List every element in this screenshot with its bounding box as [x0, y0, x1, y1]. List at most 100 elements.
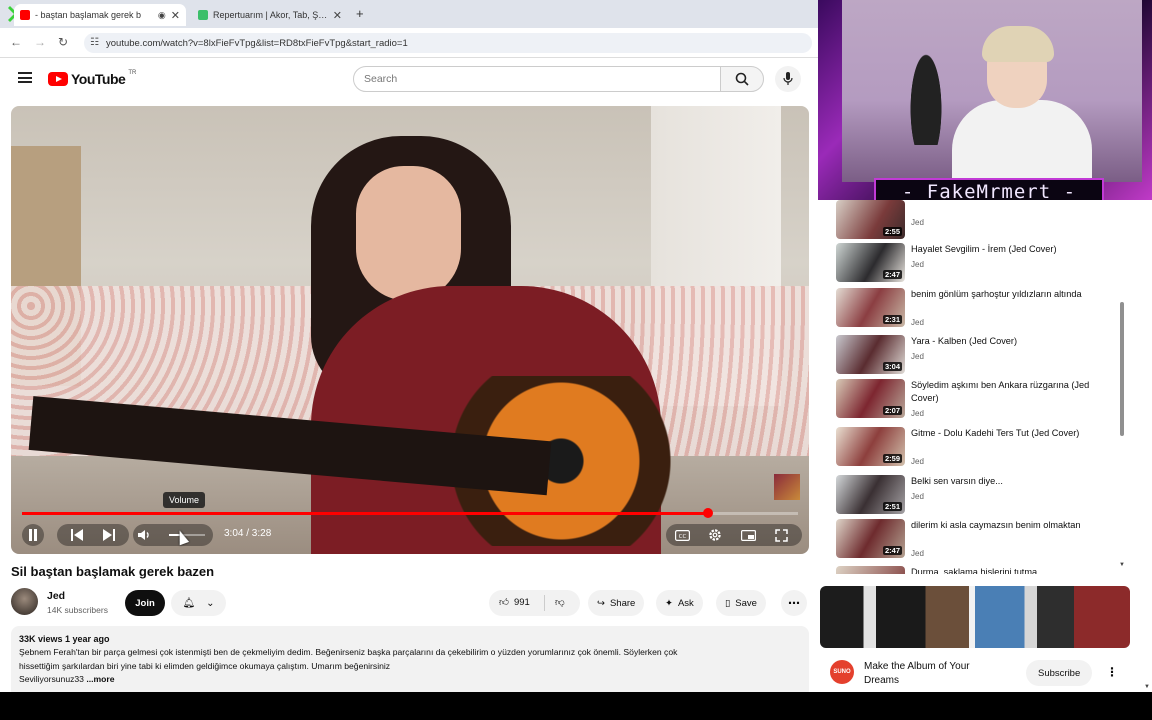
miniplayer-icon [740, 529, 756, 541]
like-button[interactable]: 👍︎ 991 [499, 596, 530, 609]
divider [544, 595, 545, 611]
webcam-feed [842, 0, 1142, 182]
join-button[interactable]: Join [125, 590, 165, 616]
duration-badge: 2:47 [882, 270, 902, 279]
playlist-scrollbar[interactable] [1120, 302, 1124, 436]
save-button[interactable]: ▯ Save [716, 590, 766, 616]
fullscreen-icon [774, 528, 788, 542]
playlist-item[interactable]: 2:59 Gitme - Dolu Kadehi Ters Tut (Jed C… [836, 427, 1136, 467]
description-box[interactable]: 33K views 1 year ago Şebnem Ferah'tan bi… [11, 626, 809, 692]
playlist-item[interactable]: Durma, saklama hislerini tutma [836, 566, 1136, 574]
pause-button[interactable] [22, 524, 44, 546]
bookmark-icon: ▯ [725, 597, 731, 609]
views-and-date: 33K views 1 year ago [19, 634, 110, 644]
search-button[interactable] [720, 66, 764, 92]
item-title: Gitme - Dolu Kadehi Ters Tut (Jed Cover) [911, 428, 1080, 438]
browser-chrome: - baştan başlamak gerek b ◉ ✕ Repertuarı… [0, 0, 818, 58]
new-tab-button[interactable]: + [356, 6, 364, 21]
subscribe-button[interactable]: Subscribe [1026, 660, 1093, 686]
subscriber-count: 14K subscribers [47, 605, 108, 615]
item-title: Söyledim aşkımı ben Ankara rüzgarına (Je… [911, 380, 1090, 404]
more-actions-button[interactable]: ⋯ [781, 590, 807, 616]
duration-badge: 2:07 [882, 406, 902, 415]
playlist-item[interactable]: 2:51 Belki sen varsın diye... Jed [836, 475, 1136, 515]
scroll-down-icon[interactable]: ▼ [1144, 684, 1150, 690]
settings-button[interactable] [706, 524, 724, 546]
endcard-thumbnail[interactable] [774, 474, 800, 500]
video-thumbnail: 3:04 [836, 335, 905, 374]
letterbox-bar [0, 692, 1152, 720]
item-channel: Jed [911, 260, 924, 269]
youtube-page: YouTube TR Search Volume 3:04 / 3:28 CC … [0, 58, 818, 692]
close-tab-icon[interactable]: ✕ [171, 9, 180, 22]
logo-text: YouTube [71, 71, 126, 87]
previous-icon[interactable] [70, 529, 84, 541]
notifications-button[interactable]: 🔔︎ ⌄ [171, 590, 226, 616]
forward-icon[interactable]: → [34, 35, 46, 49]
video-player[interactable]: Volume 3:04 / 3:28 CC [11, 106, 809, 554]
channel-avatar[interactable] [11, 588, 38, 615]
playlist-item[interactable]: 2:55 Jed [836, 200, 1136, 240]
save-label: Save [735, 597, 757, 609]
tab-youtube[interactable]: - baştan başlamak gerek b ◉ ✕ [14, 4, 186, 26]
duration-badge: 2:55 [882, 227, 902, 236]
close-tab-icon[interactable]: ✕ [333, 9, 342, 22]
playlist-item[interactable]: 2:47 Hayalet Sevgilim - İrem (Jed Cover)… [836, 243, 1136, 283]
thumbs-down-icon: 👎︎ [555, 597, 565, 608]
tab-title: Repertuarım | Akor, Tab, Şarkı Sö [213, 10, 328, 20]
menu-icon[interactable] [18, 72, 32, 83]
ad-banner-image[interactable] [820, 586, 1130, 648]
playlist-panel: 2:55 Jed 2:47 Hayalet Sevgilim - İrem (J… [818, 198, 1152, 574]
video-thumbnail: 2:59 [836, 427, 905, 466]
webcam-person-shirt [952, 100, 1092, 182]
ask-label: Ask [677, 597, 694, 609]
tab-title: - baştan başlamak gerek b [35, 10, 142, 20]
sponsored-ad[interactable]: SUNO Make the Album of Your Dreams Subsc… [818, 574, 1152, 692]
reload-icon[interactable]: ↻ [58, 35, 68, 49]
address-bar[interactable]: ☷ youtube.com/watch?v=8lxFieFvTpg&list=R… [84, 33, 812, 53]
playlist-item[interactable]: 2:07 Söyledim aşkımı ben Ankara rüzgarın… [836, 379, 1136, 419]
video-title: Sil baştan başlamak gerek bazen [11, 564, 215, 579]
webcam-overlay: - FakeMrmert - [818, 0, 1152, 200]
captions-button[interactable]: CC [673, 524, 691, 546]
masthead: YouTube TR Search [0, 58, 818, 104]
streamer-nameplate: - FakeMrmert - [874, 178, 1104, 200]
audio-icon: ◉ [157, 9, 166, 20]
player-controls: 3:04 / 3:28 CC [11, 518, 809, 554]
progress-scrubber[interactable] [702, 508, 713, 518]
voice-search-button[interactable] [775, 66, 801, 92]
bell-icon: 🔔︎ [182, 597, 196, 609]
ad-title[interactable]: Make the Album of Your Dreams [864, 660, 994, 688]
fullscreen-button[interactable] [772, 524, 790, 546]
pause-icon [29, 529, 37, 541]
more-link[interactable]: ...more [86, 674, 114, 684]
progress-bar[interactable] [22, 508, 798, 518]
url-text: youtube.com/watch?v=8lxFieFvTpg&list=RD8… [106, 37, 408, 49]
gear-icon [709, 529, 721, 541]
ask-button[interactable]: ✦ Ask [656, 590, 703, 616]
miniplayer-button[interactable] [739, 524, 757, 546]
item-title: Durma, saklama hislerini tutma [911, 567, 1038, 574]
progress-fill [22, 512, 708, 515]
video-thumbnail: 2:47 [836, 519, 905, 558]
search-icon [735, 72, 749, 86]
back-icon[interactable]: ← [10, 35, 22, 49]
tab-repertuarim[interactable]: Repertuarım | Akor, Tab, Şarkı Sö ✕ [192, 4, 348, 26]
share-button[interactable]: ↪ Share [588, 590, 645, 616]
playlist-item[interactable]: 2:31 benim gönlüm şarhoştur yıldızların … [836, 288, 1136, 328]
youtube-logo[interactable]: YouTube TR [48, 70, 136, 87]
video-thumbnail: 2:31 [836, 288, 905, 327]
scroll-down-icon[interactable]: ▼ [1119, 562, 1125, 568]
item-title: Belki sen varsın diye... [911, 476, 1003, 486]
next-icon[interactable] [102, 529, 116, 541]
site-settings-icon[interactable]: ☷ [90, 37, 99, 48]
video-thumbnail: 2:51 [836, 475, 905, 514]
ad-logo[interactable]: SUNO [830, 660, 854, 684]
ad-menu-icon[interactable]: ⋮ [1106, 665, 1118, 679]
search-input[interactable]: Search [353, 66, 721, 92]
item-channel: Jed [911, 409, 924, 418]
playlist-item[interactable]: 2:47 dilerim ki asla caymazsın benim olm… [836, 519, 1136, 559]
dislike-button[interactable]: 👎︎ [555, 596, 565, 608]
playlist-item[interactable]: 3:04 Yara - Kalben (Jed Cover) Jed [836, 335, 1136, 375]
channel-name[interactable]: Jed [47, 590, 65, 602]
